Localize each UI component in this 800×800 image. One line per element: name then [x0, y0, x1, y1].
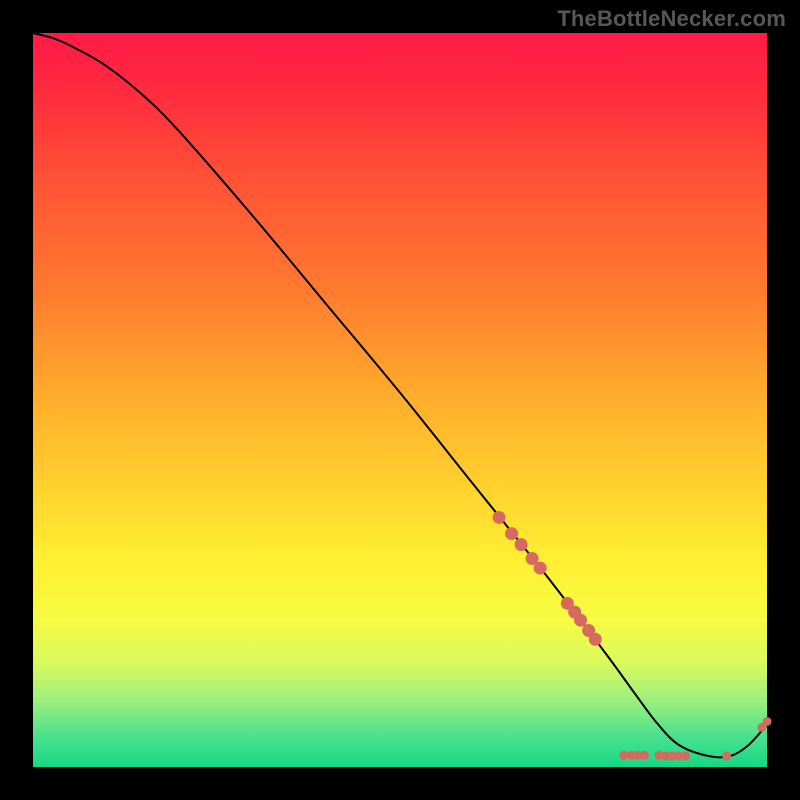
plot-background [33, 33, 767, 767]
data-point [589, 633, 602, 646]
data-point [505, 527, 518, 540]
data-point [493, 511, 506, 524]
chart-stage: TheBottleNecker.com [0, 0, 800, 800]
data-point [681, 751, 690, 760]
data-point [515, 538, 528, 551]
data-point [574, 614, 587, 627]
bottleneck-chart [0, 0, 800, 800]
data-point [722, 751, 731, 760]
data-point [640, 751, 649, 760]
data-point [534, 562, 547, 575]
watermark-text: TheBottleNecker.com [557, 6, 786, 32]
data-point [763, 717, 772, 726]
